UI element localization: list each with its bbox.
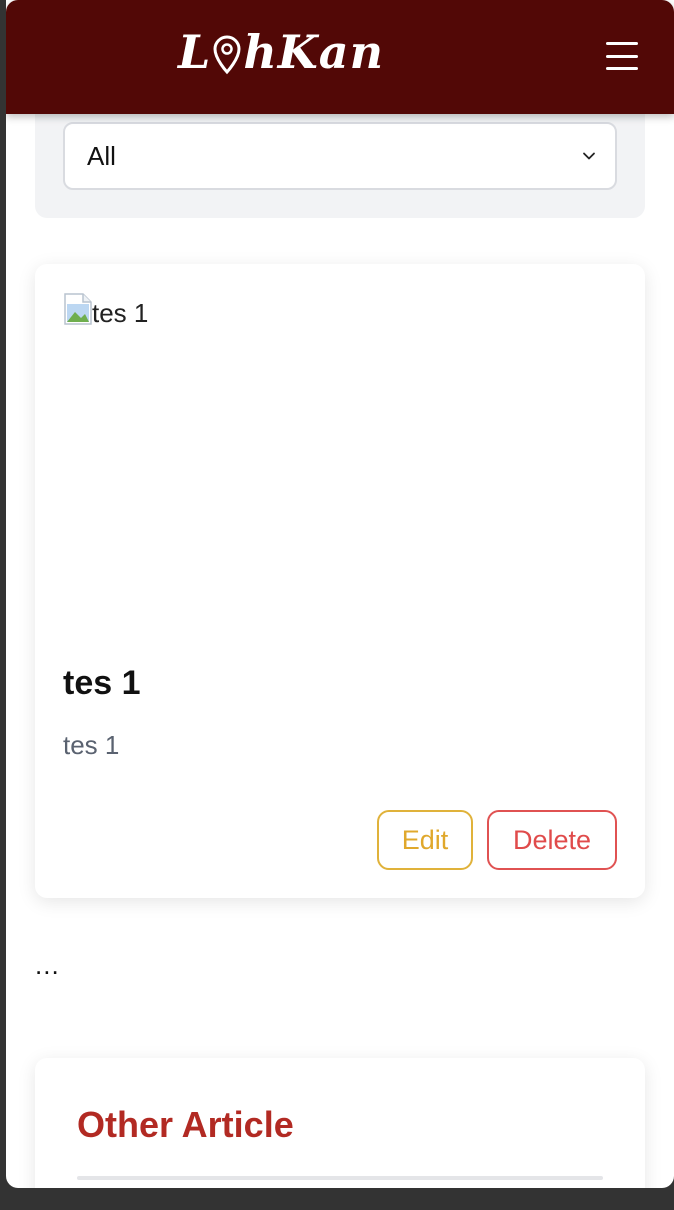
hamburger-menu-icon[interactable] (602, 38, 642, 74)
category-select[interactable]: All (63, 122, 617, 190)
logo-text-start: L (178, 25, 212, 79)
lohkan-logo[interactable]: L hKan (178, 20, 384, 84)
article-image: tes 1 (63, 292, 617, 628)
category-select-value: All (87, 140, 116, 171)
article-description: tes 1 (63, 730, 120, 760)
delete-button[interactable]: Delete (487, 810, 617, 870)
top-navbar: L hKan (6, 0, 674, 114)
menu-line (606, 54, 638, 58)
other-article-section: Other Article (35, 1058, 645, 1188)
section-divider (77, 1176, 603, 1180)
article-image-alt-text: tes 1 (92, 298, 149, 328)
article-title: tes 1 (63, 664, 141, 702)
chevron-down-icon (583, 152, 595, 160)
pagination-ellipsis: ... (35, 950, 60, 980)
edit-button[interactable]: Edit (377, 810, 473, 870)
menu-line (606, 42, 638, 45)
broken-image-icon (64, 293, 92, 325)
menu-line (606, 67, 638, 70)
other-article-heading: Other Article (77, 1104, 294, 1145)
logo-text-end: hKan (243, 25, 385, 79)
map-pin-icon (213, 35, 241, 75)
article-card: tes 1 tes 1 tes 1 Edit Delete (35, 264, 645, 898)
app-screen: All tes 1 tes 1 tes 1 Edit Delete ... Ot… (6, 0, 674, 1188)
